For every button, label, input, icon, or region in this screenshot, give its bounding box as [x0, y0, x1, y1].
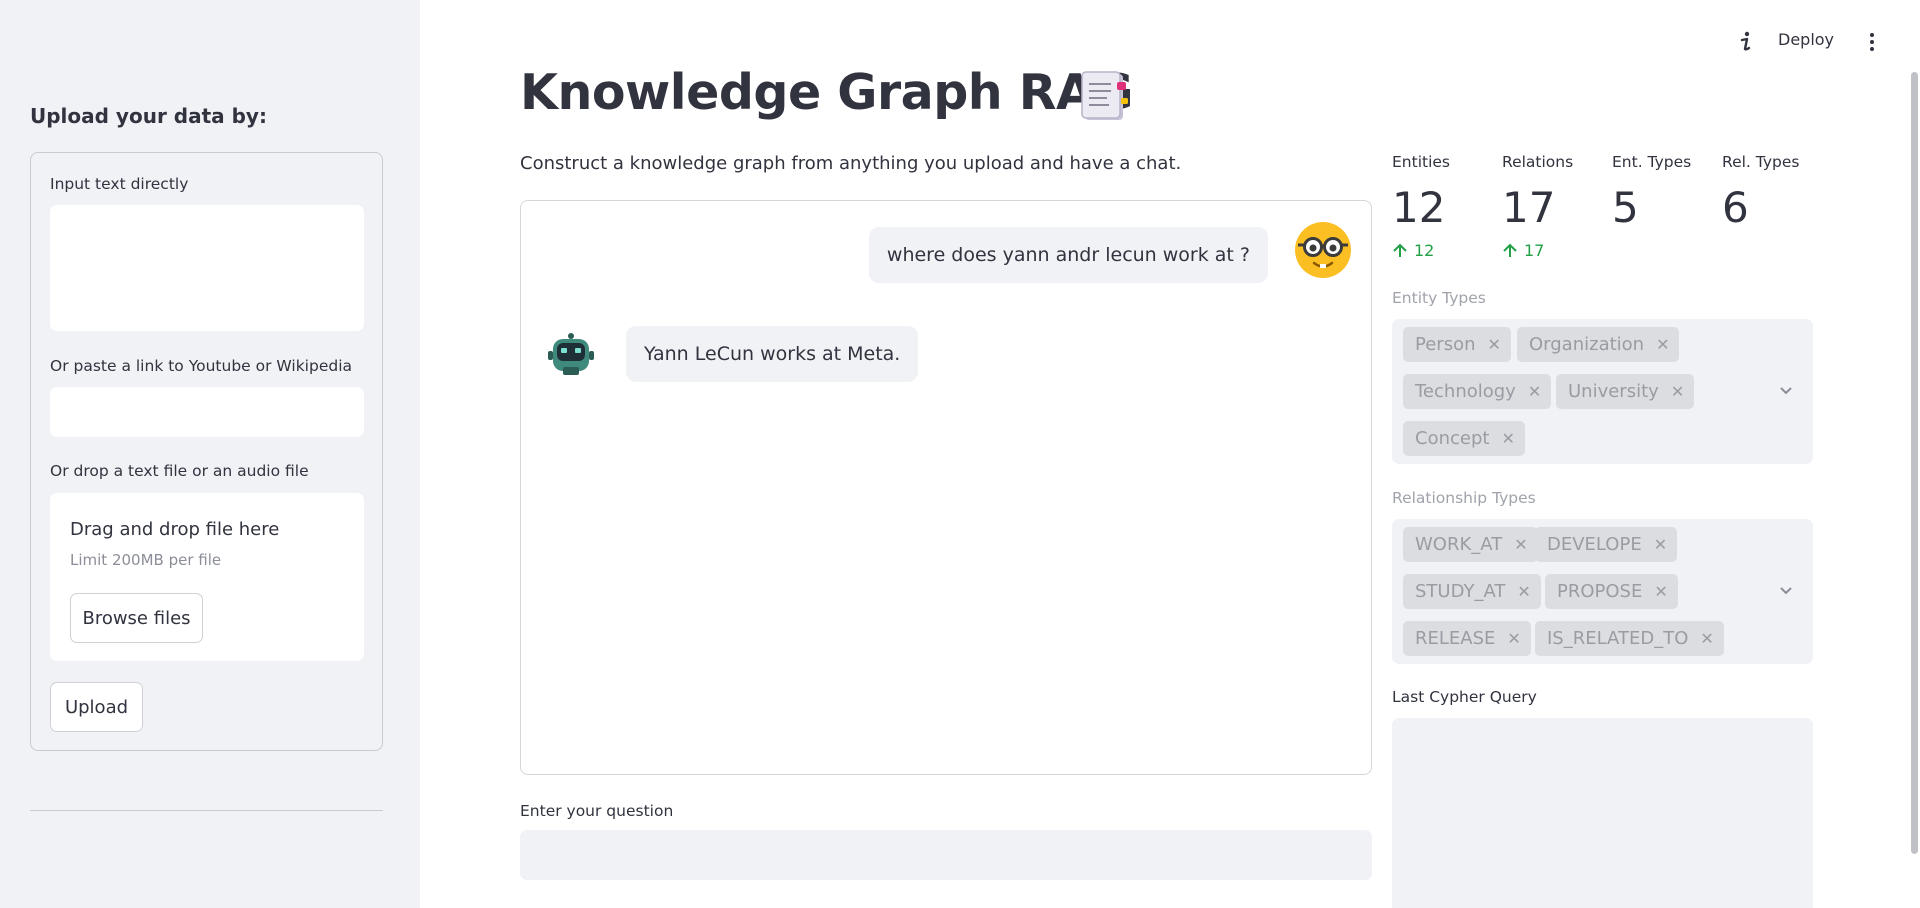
link-input[interactable] [50, 387, 364, 437]
metric-delta-value: 17 [1524, 241, 1545, 260]
entity-type-chip[interactable]: University ✕ [1556, 374, 1695, 409]
remove-icon[interactable]: ✕ [1654, 582, 1667, 601]
chat-container: where does yann andr lecun work at ? Yan… [520, 200, 1372, 775]
relationship-type-chip[interactable]: STUDY_AT ✕ [1403, 574, 1541, 609]
relationship-types-multiselect[interactable]: WORK_AT ✕ DEVELOPE ✕ STUDY_AT ✕ PROPOSE ✕ RE… [1392, 519, 1813, 664]
sidebar-divider [30, 810, 383, 811]
metric-entities: Entities 12 12 [1392, 153, 1450, 260]
dropzone-limit: Limit 200MB per file [70, 551, 222, 569]
remove-icon[interactable]: ✕ [1654, 535, 1667, 554]
remove-icon[interactable]: ✕ [1488, 335, 1501, 354]
entity-types-multiselect[interactable]: Person ✕ Organization ✕ Technology ✕ Univer… [1392, 319, 1813, 464]
page-scrollbar[interactable] [1911, 72, 1918, 854]
browse-files-button[interactable]: Browse files [70, 593, 203, 643]
cypher-query-label: Last Cypher Query [1392, 688, 1537, 706]
remove-icon[interactable]: ✕ [1507, 629, 1520, 648]
chevron-down-icon[interactable] [1779, 583, 1793, 597]
entity-type-chip[interactable]: Technology ✕ [1403, 374, 1552, 409]
remove-icon[interactable]: ✕ [1671, 382, 1684, 401]
chevron-down-icon[interactable] [1779, 383, 1793, 397]
metric-value: 5 [1612, 183, 1639, 232]
assistant-message: Yann LeCun works at Meta. [626, 326, 919, 382]
sidebar: Upload your data by: Input text directly… [0, 0, 420, 908]
notebook-icon [1081, 71, 1128, 120]
nerd-face-icon [1295, 222, 1351, 278]
link-input-label: Or paste a link to Youtube or Wikipedia [50, 357, 353, 375]
relationship-types-label: Relationship Types [1392, 489, 1536, 507]
metric-delta-value: 12 [1414, 241, 1435, 260]
remove-icon[interactable]: ✕ [1517, 582, 1530, 601]
entity-type-chip[interactable]: Organization ✕ [1517, 327, 1680, 362]
upload-button[interactable]: Upload [50, 682, 143, 732]
file-dropzone[interactable]: Drag and drop file here Limit 200MB per … [50, 493, 364, 661]
metric-relation-types: Rel. Types 6 [1722, 153, 1800, 232]
metric-label: Rel. Types [1722, 153, 1800, 171]
file-drop-label: Or drop a text file or an audio file [50, 462, 309, 480]
question-label: Enter your question [520, 802, 674, 820]
metric-label: Entities [1392, 153, 1450, 171]
entity-type-chip[interactable]: Concept ✕ [1403, 421, 1525, 456]
arrow-up-icon [1393, 243, 1407, 257]
metric-label: Ent. Types [1612, 153, 1692, 171]
relationship-type-chip[interactable]: IS_RELATED_TO ✕ [1535, 621, 1724, 656]
metric-delta: 12 [1392, 241, 1434, 260]
metric-relations: Relations 17 17 [1502, 153, 1574, 260]
metric-value: 12 [1392, 183, 1446, 232]
deploy-button[interactable]: Deploy [1778, 30, 1834, 49]
cypher-query-box[interactable] [1392, 718, 1813, 908]
remove-icon[interactable]: ✕ [1656, 335, 1669, 354]
user-message: where does yann andr lecun work at ? [868, 227, 1268, 283]
text-input-area[interactable] [50, 205, 364, 331]
remove-icon[interactable]: ✕ [1501, 429, 1514, 448]
page-subtitle: Construct a knowledge graph from anythin… [520, 153, 1182, 174]
metric-value: 17 [1502, 183, 1556, 232]
upload-form: Input text directly Or paste a link to Y… [30, 152, 383, 751]
relationship-type-chip[interactable]: WORK_AT ✕ [1403, 527, 1538, 562]
question-input[interactable] [520, 830, 1372, 880]
dropzone-title: Drag and drop file here [70, 519, 280, 540]
metric-label: Relations [1502, 153, 1574, 171]
robot-icon [548, 333, 594, 375]
metric-value: 6 [1722, 183, 1749, 232]
metric-entity-types: Ent. Types 5 [1612, 153, 1692, 232]
text-input-label: Input text directly [50, 175, 189, 193]
sidebar-heading: Upload your data by: [30, 104, 267, 128]
page-title: Knowledge Graph RAG [520, 64, 1134, 121]
relationship-type-chip[interactable]: DEVELOPE ✕ [1535, 527, 1678, 562]
relationship-type-chip[interactable]: RELEASE ✕ [1403, 621, 1531, 656]
arrow-up-icon [1503, 243, 1517, 257]
remove-icon[interactable]: ✕ [1700, 629, 1713, 648]
entity-type-chip[interactable]: Person ✕ [1403, 327, 1511, 362]
remove-icon[interactable]: ✕ [1514, 535, 1527, 554]
info-icon[interactable] [1736, 28, 1756, 56]
remove-icon[interactable]: ✕ [1528, 382, 1541, 401]
more-vertical-icon[interactable] [1862, 28, 1882, 56]
relationship-type-chip[interactable]: PROPOSE ✕ [1545, 574, 1678, 609]
metric-delta: 17 [1502, 241, 1544, 260]
entity-types-label: Entity Types [1392, 289, 1486, 307]
